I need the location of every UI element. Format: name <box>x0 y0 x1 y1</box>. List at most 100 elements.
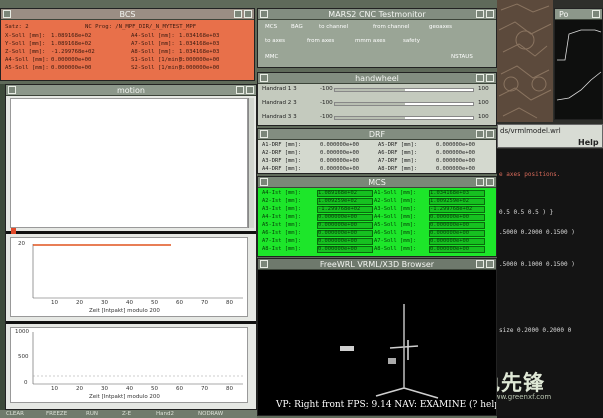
motion-bottom-toolbar: CLEAR FREEZE RUN Z-E Hand2 NODRAW <box>0 410 257 418</box>
mcs-row: A4-Ist [mm]: 0.000000e+00 A4-Soll [mm]: 0.0… <box>262 214 496 221</box>
maximize-icon[interactable] <box>486 130 494 138</box>
window-menu-icon[interactable] <box>260 10 268 18</box>
toolbar-button[interactable]: Z-E <box>122 410 131 418</box>
minimize-icon[interactable] <box>476 260 484 268</box>
bcs-value: -1.299768e+02 <box>51 49 95 55</box>
handwheel-label: Handrad 2 3 <box>262 100 297 106</box>
code-line-4: .5000 0.1000 0.1500 ) <box>499 261 575 268</box>
plot-3-ytick-1000: 1000 <box>15 329 29 335</box>
po-title: Po <box>559 10 569 19</box>
x-tick-label: 80 <box>226 386 233 392</box>
window-menu-icon[interactable] <box>8 86 16 94</box>
handwheel-max: 100 <box>478 86 489 92</box>
toolbar-button[interactable]: CLEAR <box>6 410 24 418</box>
bcs-label: S2-Soll [1/min]: <box>131 65 185 71</box>
plot-window-po: Po <box>554 8 603 120</box>
maximize-icon[interactable] <box>246 86 254 94</box>
cnc-button[interactable]: geoaxes <box>426 23 455 32</box>
cnc-button[interactable]: from channel <box>370 23 412 32</box>
cnc-titlebar[interactable]: MARS2 CNC Testmonitor <box>258 9 496 20</box>
x-tick-label: 30 <box>101 386 108 392</box>
maximize-icon[interactable] <box>592 10 600 18</box>
handwheel-label: Handrad 1 3 <box>262 86 297 92</box>
window-menu-icon[interactable] <box>260 130 268 138</box>
maximize-icon[interactable] <box>486 260 494 268</box>
divider <box>6 321 256 324</box>
minimize-icon[interactable] <box>476 74 484 82</box>
maximize-icon[interactable] <box>486 178 494 186</box>
cnc-button[interactable]: safety <box>400 37 423 46</box>
bcs-value: 1.034168e+03 <box>179 49 220 55</box>
handwheel-window: handwheel Handrad 1 3 -100 100 Handrad 2 3 -… <box>257 72 497 126</box>
motion-titlebar[interactable]: motion <box>6 85 256 96</box>
x-tick-label: 60 <box>176 386 183 392</box>
handwheel-slider[interactable] <box>334 88 474 92</box>
mcs-label: A3-Soll [mm]: <box>374 206 417 212</box>
cnc-button[interactable]: MCS <box>262 23 280 32</box>
bcs-row: A4-Soll [mm]: 0.000000e+00 S1-Soll [1/min]… <box>5 57 254 64</box>
maximize-icon[interactable] <box>486 74 494 82</box>
handwheel-slider[interactable] <box>334 116 474 120</box>
code-line-2: 0.5 0.5 0.5 ) } <box>499 209 554 216</box>
code-line-5: size 0.2000 0.2000 0 <box>499 327 572 334</box>
vrml-3d-scene[interactable] <box>258 270 497 400</box>
drf-label: A4-DRF [mm]: <box>262 166 301 172</box>
mcs-label: A4-Ist [mm]: <box>262 214 301 220</box>
toolbar-button[interactable]: RUN <box>86 410 98 418</box>
handwheel-slider-fill <box>335 89 405 91</box>
handwheel-titlebar[interactable]: handwheel <box>258 73 496 84</box>
handwheel-slider[interactable] <box>334 102 474 106</box>
vrml-title: FreeWRL VRML/X3D Browser <box>319 260 435 269</box>
drf-row: A1-DRF [mm]: 0.000000e+00 A5-DRF [mm]: 0.00… <box>262 142 496 149</box>
handwheel-min: -100 <box>320 100 333 106</box>
minimize-icon[interactable] <box>476 178 484 186</box>
bcs-window: BCS Satz: 2 NC Prog: /N_MPF_DIR/_N_MYTES… <box>0 8 255 81</box>
bcs-row: X-Soll [mm]: 1.089168e+02 A4-Soll [mm]: 1.0… <box>5 33 254 40</box>
maximize-icon[interactable] <box>486 10 494 18</box>
cnc-button[interactable]: to channel <box>316 23 351 32</box>
cnc-button[interactable]: MMC <box>262 53 281 62</box>
minimize-icon[interactable] <box>236 86 244 94</box>
window-menu-icon[interactable] <box>260 260 268 268</box>
mcs-row: A4-Ist [mm]: 1.089168e+02 A1-Soll [mm]: 1.0… <box>262 190 496 197</box>
drf-titlebar[interactable]: DRF <box>258 129 496 140</box>
minimize-icon[interactable] <box>476 130 484 138</box>
drf-value: 0.000000e+00 <box>436 142 475 148</box>
po-titlebar: Po <box>555 9 602 20</box>
bcs-value: 1.089168e+02 <box>51 41 92 47</box>
drf-value: 0.000000e+00 <box>320 166 359 172</box>
mcs-label: A1-Soll [mm]: <box>374 190 417 196</box>
mcs-value: 0.000000e+00 <box>430 238 469 244</box>
window-menu-icon[interactable] <box>3 10 11 18</box>
bcs-label: Z-Soll [mm]: <box>5 49 46 55</box>
toolbar-button[interactable]: FREEZE <box>46 410 67 418</box>
mcs-value: 1.089168e+02 <box>318 190 357 196</box>
toolbar-button[interactable]: Hand2 <box>156 410 174 418</box>
cnc-button[interactable]: BAG <box>288 23 306 32</box>
satz-label: Satz: 2 <box>5 24 29 30</box>
vrml-titlebar[interactable]: FreeWRL VRML/X3D Browser <box>258 259 496 270</box>
tapestry-pattern <box>497 0 553 122</box>
mcs-titlebar[interactable]: MCS <box>258 177 496 188</box>
cnc-button[interactable]: mmm axes <box>352 37 389 46</box>
handwheel-slider-fill <box>335 103 405 105</box>
minimize-icon[interactable] <box>234 10 242 18</box>
bcs-value: 0.000000e+00 <box>51 65 92 71</box>
motion-plot-1 <box>10 98 248 228</box>
maximize-icon[interactable] <box>244 10 252 18</box>
cnc-button[interactable]: NSTAUS <box>448 53 476 62</box>
drf-label: A1-DRF [mm]: <box>262 142 301 148</box>
window-menu-icon[interactable] <box>260 74 268 82</box>
plot-1-scrollbar[interactable] <box>248 98 254 228</box>
editor-titlebar: ds/vrmlmodel.wrl Help <box>497 124 603 148</box>
bcs-titlebar[interactable]: BCS <box>1 9 254 20</box>
cnc-button[interactable]: from axes <box>304 37 337 46</box>
mcs-label: A6-Ist [mm]: <box>262 230 301 236</box>
help-menu[interactable]: Help <box>578 138 599 147</box>
toolbar-button[interactable]: NODRAW <box>198 410 223 418</box>
minimize-icon[interactable] <box>476 10 484 18</box>
red-marker <box>11 228 16 234</box>
cnc-button[interactable]: to axes <box>262 37 288 46</box>
editor-text-area[interactable]: e axes positions. 0.5 0.5 0.5 ) } .5000 … <box>457 149 603 418</box>
window-menu-icon[interactable] <box>260 178 268 186</box>
